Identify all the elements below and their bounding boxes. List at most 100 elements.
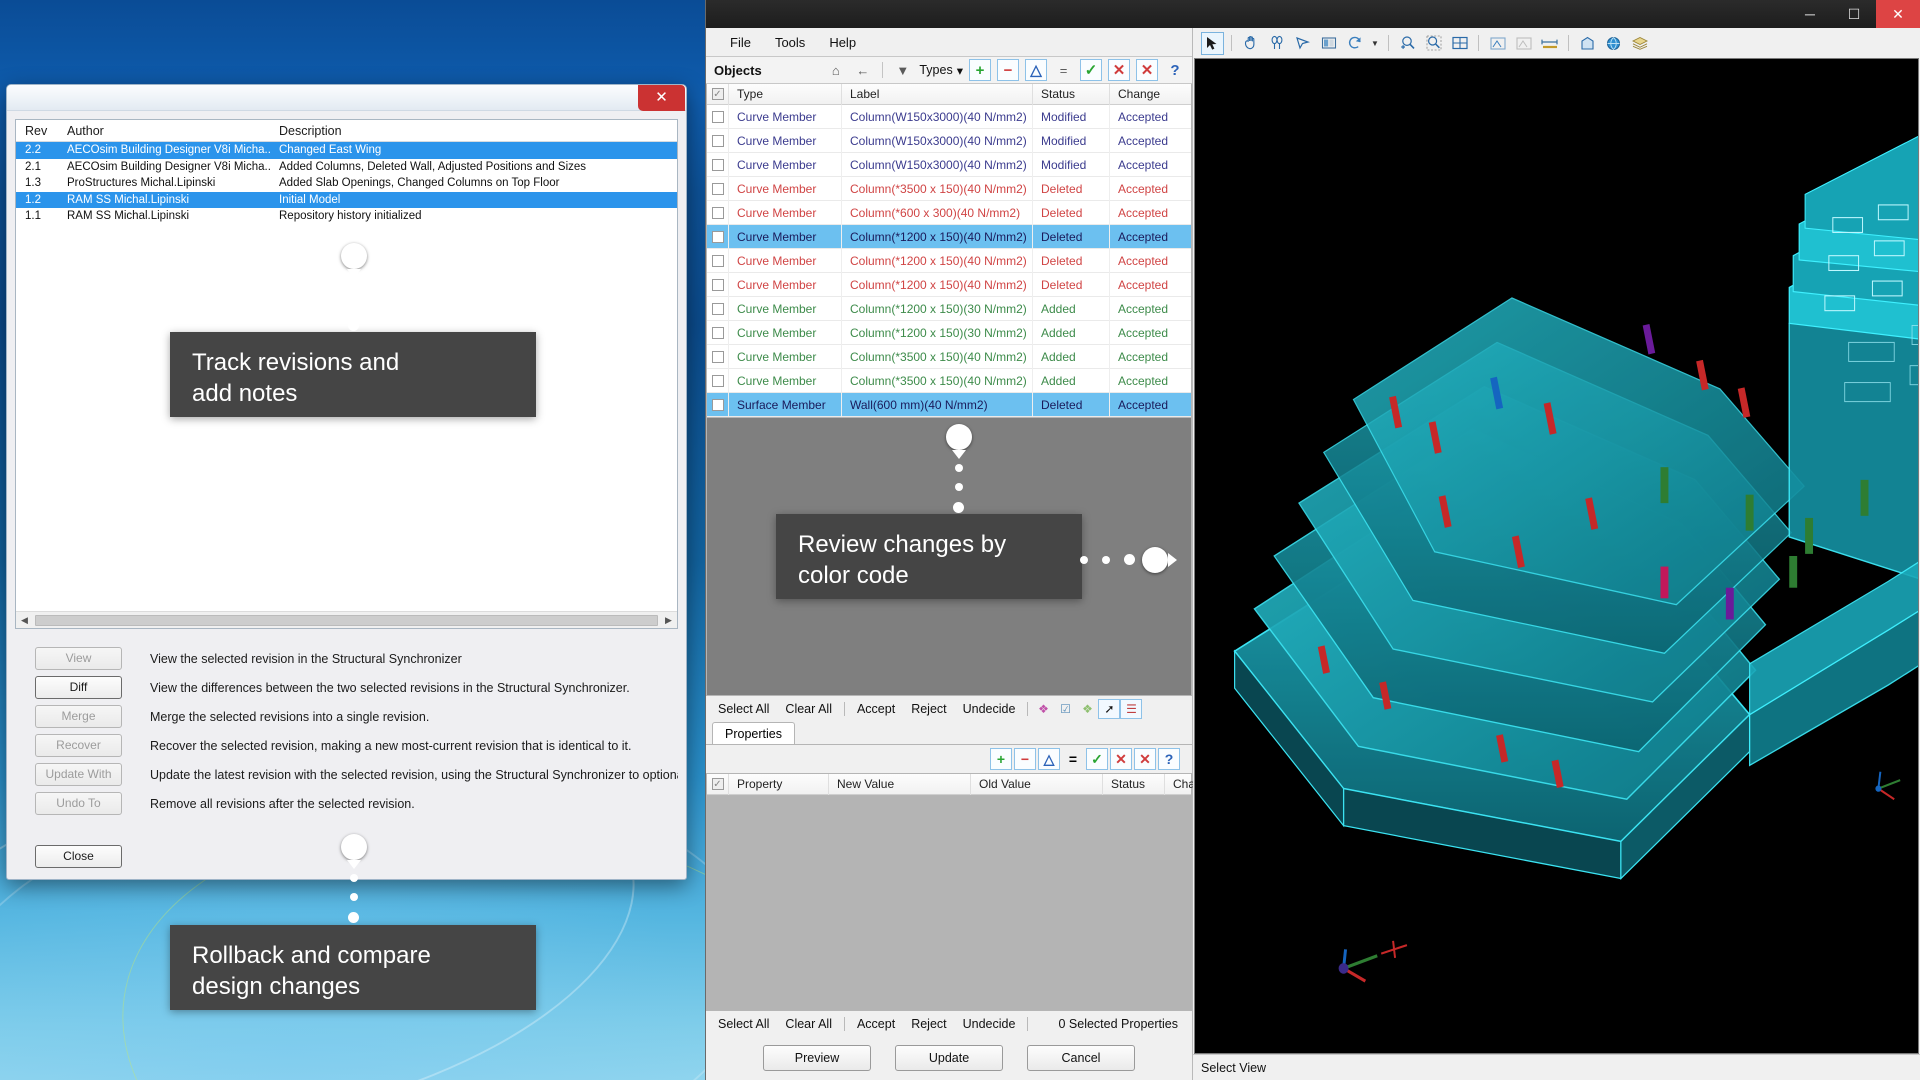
objects-table-row[interactable]: Curve Member Column(*1200 x 150)(30 N/mm2… bbox=[707, 320, 1191, 345]
display-style-icon[interactable] bbox=[1317, 32, 1340, 55]
row-checkbox[interactable] bbox=[707, 392, 729, 417]
objects-table-row[interactable]: Curve Member Column(W150x3000)(40 N/mm2) M… bbox=[707, 128, 1191, 153]
column-header-property[interactable]: Property bbox=[729, 773, 829, 795]
remove-filter-button[interactable]: − bbox=[997, 59, 1019, 81]
scroll-right-icon[interactable]: ▶ bbox=[660, 612, 677, 629]
row-checkbox[interactable] bbox=[707, 200, 729, 225]
row-checkbox[interactable] bbox=[707, 224, 729, 249]
fit-view-icon[interactable] bbox=[1448, 32, 1471, 55]
menu-tools[interactable]: Tools bbox=[763, 32, 817, 53]
tab-properties[interactable]: Properties bbox=[712, 722, 795, 744]
update-view-icon[interactable] bbox=[1343, 32, 1366, 55]
objects-table-row[interactable]: Curve Member Column(*3500 x 150)(40 N/mm2… bbox=[707, 176, 1191, 201]
prop-undecide-button[interactable]: ✕ bbox=[1134, 748, 1156, 770]
add-filter-button[interactable]: + bbox=[969, 59, 991, 81]
prop-modified-button[interactable]: △ bbox=[1038, 748, 1060, 770]
color-code-icon[interactable]: ☰ bbox=[1120, 698, 1143, 719]
row-checkbox[interactable] bbox=[707, 248, 729, 273]
row-checkbox[interactable] bbox=[707, 152, 729, 177]
column-header-label[interactable]: Label bbox=[842, 83, 1033, 105]
properties-clear-all-link[interactable]: Clear All bbox=[777, 1017, 840, 1031]
row-checkbox[interactable] bbox=[707, 320, 729, 345]
properties-select-all-link[interactable]: Select All bbox=[710, 1017, 777, 1031]
objects-table-row[interactable]: Curve Member Column(*3500 x 150)(40 N/mm2… bbox=[707, 368, 1191, 393]
prop-reject-button[interactable]: ✕ bbox=[1110, 748, 1132, 770]
row-checkbox[interactable] bbox=[707, 128, 729, 153]
column-header-change[interactable]: Change bbox=[1110, 84, 1188, 105]
row-checkbox[interactable] bbox=[707, 368, 729, 393]
prop-remove-button[interactable]: − bbox=[1014, 748, 1036, 770]
row-checkbox[interactable] bbox=[707, 296, 729, 321]
help-icon[interactable]: ? bbox=[1164, 59, 1186, 81]
undecide-button[interactable]: ✕ bbox=[1136, 59, 1158, 81]
objects-table-row[interactable]: Surface Member Wall(600 mm)(40 N/mm2) Dele… bbox=[707, 392, 1191, 417]
prop-help-icon[interactable]: ? bbox=[1158, 748, 1180, 770]
objects-select-all-link[interactable]: Select All bbox=[710, 702, 777, 716]
select-all-checkbox-header[interactable]: ✓ bbox=[707, 83, 729, 105]
select-element-icon[interactable] bbox=[1291, 32, 1314, 55]
update-button[interactable]: Update bbox=[895, 1045, 1003, 1071]
objects-table-row[interactable]: Curve Member Column(*3500 x 150)(40 N/mm2… bbox=[707, 344, 1191, 369]
preview-button[interactable]: Preview bbox=[763, 1045, 871, 1071]
prop-equal-icon[interactable]: = bbox=[1062, 748, 1084, 770]
objects-table-row[interactable]: Curve Member Column(*1200 x 150)(40 N/mm2… bbox=[707, 272, 1191, 297]
row-checkbox[interactable] bbox=[707, 272, 729, 297]
scroll-left-icon[interactable]: ◀ bbox=[16, 612, 33, 629]
column-header-prop-status[interactable]: Status bbox=[1103, 773, 1165, 795]
objects-reject-link[interactable]: Reject bbox=[903, 702, 954, 716]
column-header-new-value[interactable]: New Value bbox=[829, 773, 971, 795]
app-titlebar[interactable]: ─ ☐ ✕ bbox=[706, 0, 1920, 28]
zoom-window-icon[interactable] bbox=[1422, 32, 1445, 55]
layers-icon[interactable] bbox=[1628, 32, 1651, 55]
menu-help[interactable]: Help bbox=[817, 32, 868, 53]
measure-icon[interactable] bbox=[1538, 32, 1561, 55]
objects-accept-link[interactable]: Accept bbox=[849, 702, 903, 716]
minimize-icon[interactable]: ─ bbox=[1788, 0, 1832, 28]
prop-accept-button[interactable]: ✓ bbox=[1086, 748, 1108, 770]
highlight-changes-icon[interactable]: ❖ bbox=[1032, 699, 1054, 719]
back-arrow-icon[interactable]: ← bbox=[852, 60, 873, 81]
reject-button[interactable]: ✕ bbox=[1108, 59, 1130, 81]
view-dropdown-caret[interactable]: ▼ bbox=[1369, 32, 1381, 55]
revision-row[interactable]: 1.3 ProStructures Michal.Lipinski Added Sl… bbox=[16, 175, 677, 192]
objects-table-row[interactable]: Curve Member Column(*1200 x 150)(40 N/mm2… bbox=[707, 248, 1191, 273]
prop-add-button[interactable]: + bbox=[990, 748, 1012, 770]
cancel-button[interactable]: Cancel bbox=[1027, 1045, 1135, 1071]
window-area-icon[interactable] bbox=[1486, 32, 1509, 55]
objects-table-row[interactable]: Curve Member Column(*1200 x 150)(40 N/mm2… bbox=[707, 224, 1191, 249]
objects-table-row[interactable]: Curve Member Column(W150x3000)(40 N/mm2) M… bbox=[707, 104, 1191, 129]
column-header-status[interactable]: Status bbox=[1033, 83, 1110, 105]
scrollbar-thumb[interactable] bbox=[35, 614, 658, 626]
modified-filter-button[interactable]: △ bbox=[1025, 59, 1047, 81]
row-checkbox[interactable] bbox=[707, 176, 729, 201]
objects-clear-all-link[interactable]: Clear All bbox=[777, 702, 840, 716]
pan-hand-icon[interactable] bbox=[1239, 32, 1262, 55]
menu-file[interactable]: File bbox=[718, 32, 763, 53]
revision-row[interactable]: 1.2 RAM SS Michal.Lipinski Initial Model bbox=[16, 191, 677, 208]
home-icon[interactable]: ⌂ bbox=[825, 60, 846, 81]
3d-viewport[interactable] bbox=[1194, 58, 1919, 1054]
rotate-view-icon[interactable] bbox=[1265, 32, 1288, 55]
render-globe-icon[interactable] bbox=[1602, 32, 1625, 55]
pointer-select-icon[interactable]: ➚ bbox=[1098, 698, 1121, 719]
maximize-icon[interactable]: ☐ bbox=[1832, 0, 1876, 28]
row-checkbox[interactable] bbox=[707, 104, 729, 129]
revision-row[interactable]: 1.1 RAM SS Michal.Lipinski Repository hist… bbox=[16, 208, 677, 225]
objects-table-row[interactable]: Curve Member Column(*1200 x 150)(30 N/mm2… bbox=[707, 296, 1191, 321]
revision-row[interactable]: 2.2 AECOsim Building Designer V8i Micha..… bbox=[16, 142, 677, 159]
revision-row[interactable]: 2.1 AECOsim Building Designer V8i Micha..… bbox=[16, 159, 677, 176]
properties-select-all-checkbox[interactable]: ✓ bbox=[707, 773, 729, 795]
isolate-elements-icon[interactable]: ❖ bbox=[1076, 699, 1098, 719]
types-filter-button[interactable]: Types ▾ bbox=[919, 63, 963, 78]
column-header-type[interactable]: Type bbox=[729, 83, 842, 105]
objects-table-row[interactable]: Curve Member Column(*600 x 300)(40 N/mm2)… bbox=[707, 200, 1191, 225]
accept-button[interactable]: ✓ bbox=[1080, 59, 1102, 81]
close-button[interactable]: Close bbox=[35, 845, 122, 868]
properties-reject-link[interactable]: Reject bbox=[903, 1017, 954, 1031]
column-header-old-value[interactable]: Old Value bbox=[971, 773, 1103, 795]
close-icon[interactable]: ✕ bbox=[638, 85, 685, 111]
revision-list-hscrollbar[interactable]: ◀ ▶ bbox=[16, 611, 677, 628]
zoom-to-element-icon[interactable]: ☑ bbox=[1054, 699, 1076, 719]
select-arrow-icon[interactable] bbox=[1201, 31, 1224, 55]
clip-volume-icon[interactable] bbox=[1576, 32, 1599, 55]
